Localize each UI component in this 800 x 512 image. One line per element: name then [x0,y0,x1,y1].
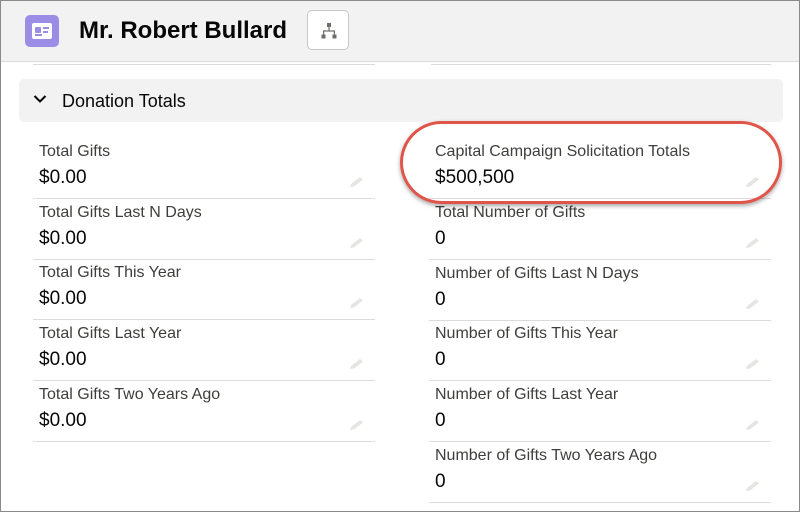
field-label: Number of Gifts Last N Days [435,265,639,282]
field-value: $0.00 [39,288,87,309]
divider [33,198,375,199]
field-total-gifts: Total Gifts $0.00 [33,142,375,199]
field-value: $0.00 [39,410,87,431]
edit-pencil-icon[interactable] [349,297,365,309]
edit-pencil-icon[interactable] [349,419,365,431]
edit-pencil-icon[interactable] [349,237,365,249]
view-hierarchy-button[interactable] [307,10,349,50]
field-value: $0.00 [39,167,87,188]
divider [429,380,771,381]
field-value: $0.00 [39,228,87,249]
contact-card-icon [25,15,59,47]
record-title: Mr. Robert Bullard [79,17,288,44]
field-number-of-gifts-this-year: Number of Gifts This Year 0 [429,324,771,381]
section-header-donation-totals[interactable]: Donation Totals [19,79,783,122]
field-label: Number of Gifts This Year [435,325,618,342]
field-label: Total Gifts [39,143,111,160]
divider [429,441,771,442]
divider [429,502,771,503]
field-label: Total Gifts This Year [39,264,181,281]
field-total-gifts-two-years-ago: Total Gifts Two Years Ago $0.00 [33,385,375,442]
section-title: Donation Totals [62,91,186,111]
field-value: 0 [435,228,446,249]
field-label: Total Gifts Last N Days [39,204,202,221]
divider [33,441,375,442]
field-label: Total Gifts Last Year [39,325,182,342]
field-number-of-gifts-last-n-days: Number of Gifts Last N Days 0 [429,264,771,321]
divider [33,319,375,320]
field-value: 0 [435,349,446,370]
edit-pencil-icon[interactable] [745,419,761,431]
field-total-number-of-gifts: Total Number of Gifts 0 [429,203,771,260]
field-value: 0 [435,289,446,310]
divider [33,259,375,260]
field-label: Total Number of Gifts [435,204,586,221]
chevron-down-icon [33,95,47,103]
highlight-annotation [400,121,782,204]
edit-pencil-icon[interactable] [745,480,761,492]
divider [33,380,375,381]
field-total-gifts-last-year: Total Gifts Last Year $0.00 [33,324,375,381]
divider [429,320,771,321]
divider [431,64,771,65]
field-value: $0.00 [39,349,87,370]
divider [429,259,771,260]
record-header: Mr. Robert Bullard [1,1,799,62]
field-value: 0 [435,410,446,431]
edit-pencil-icon[interactable] [349,176,365,188]
field-value: 0 [435,471,446,492]
field-label: Total Gifts Two Years Ago [39,386,221,403]
field-total-gifts-last-n-days: Total Gifts Last N Days $0.00 [33,203,375,260]
edit-pencil-icon[interactable] [745,298,761,310]
record-page: Mr. Robert Bullard Donation Totals Total… [0,0,800,512]
edit-pencil-icon[interactable] [745,358,761,370]
field-number-of-gifts-last-year: Number of Gifts Last Year 0 [429,385,771,442]
field-number-of-gifts-two-years-ago: Number of Gifts Two Years Ago 0 [429,446,771,503]
hierarchy-icon [321,23,337,39]
divider [33,64,375,65]
edit-pencil-icon[interactable] [349,358,365,370]
field-label: Number of Gifts Last Year [435,386,619,403]
field-label: Number of Gifts Two Years Ago [435,447,658,464]
edit-pencil-icon[interactable] [745,237,761,249]
field-total-gifts-this-year: Total Gifts This Year $0.00 [33,263,375,320]
